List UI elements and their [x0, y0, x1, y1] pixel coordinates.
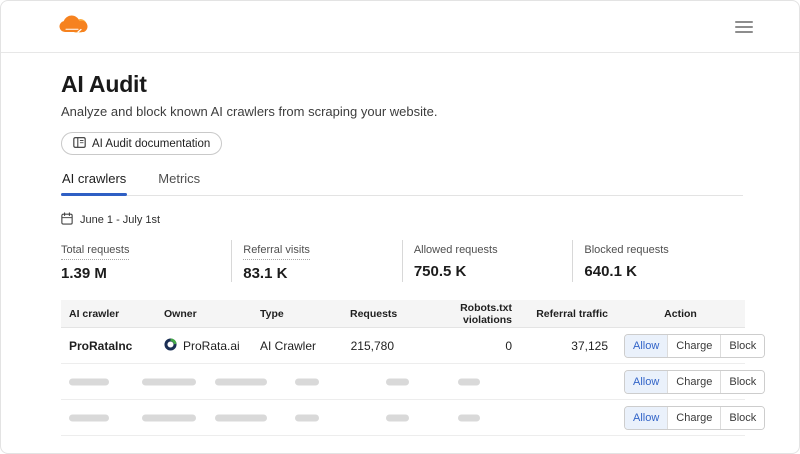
col-owner: Owner	[156, 300, 252, 328]
action-button-group: Allow Charge Block	[624, 370, 765, 394]
action-cell: Allow Charge Block	[616, 328, 745, 364]
skeleton-bar	[458, 378, 480, 385]
block-button[interactable]: Block	[720, 407, 764, 429]
col-ai-crawler: AI crawler	[61, 300, 156, 328]
owner-cell: ProRata.ai	[156, 328, 252, 364]
skeleton-bar	[215, 378, 267, 385]
requests-value: 215,780	[342, 328, 402, 364]
doc-button-label: AI Audit documentation	[92, 138, 210, 150]
col-requests: Requests	[342, 300, 402, 328]
stat-total-requests: Total requests 1.39 M	[61, 240, 231, 282]
stat-label: Blocked requests	[584, 244, 668, 258]
action-cell: Allow Charge Block	[616, 400, 745, 436]
crawler-name: ProRataInc	[61, 328, 156, 364]
table-header: AI crawler Owner Type Requests Robots.tx…	[61, 300, 745, 328]
skeleton-bar	[142, 378, 196, 385]
charge-button[interactable]: Charge	[667, 335, 720, 357]
stat-value: 83.1 K	[243, 265, 402, 282]
stat-label[interactable]: Total requests	[61, 244, 129, 260]
skeleton-bar	[69, 378, 109, 385]
action-cell: Allow Charge Block	[616, 364, 745, 400]
stat-allowed-requests: Allowed requests 750.5 K	[402, 240, 573, 282]
col-type: Type	[252, 300, 342, 328]
stat-label[interactable]: Referral visits	[243, 244, 310, 260]
tab-ai-crawlers[interactable]: AI crawlers	[61, 165, 127, 195]
cloudflare-cloud-icon	[59, 13, 91, 40]
prorata-logo-icon	[164, 338, 177, 354]
page-subtitle: Analyze and block known AI crawlers from…	[61, 104, 743, 120]
page-title: AI Audit	[61, 71, 743, 97]
table-row-skeleton: Allow Charge Block	[61, 364, 745, 400]
charge-button[interactable]: Charge	[667, 371, 720, 393]
block-button[interactable]: Block	[720, 371, 764, 393]
ai-audit-documentation-button[interactable]: AI Audit documentation	[61, 132, 222, 155]
charge-button[interactable]: Charge	[667, 407, 720, 429]
tab-metrics[interactable]: Metrics	[157, 165, 201, 195]
stat-value: 750.5 K	[414, 263, 573, 280]
skeleton-bar	[142, 414, 196, 421]
menu-icon[interactable]	[733, 17, 755, 37]
action-button-group: Allow Charge Block	[624, 406, 765, 430]
skeleton-bar	[386, 414, 409, 421]
stat-referral-visits: Referral visits 83.1 K	[231, 240, 402, 282]
table-row-skeleton: Allow Charge Block	[61, 400, 745, 436]
block-button[interactable]: Block	[720, 335, 764, 357]
date-range-control[interactable]: June 1 - July 1st	[61, 212, 160, 228]
stat-blocked-requests: Blocked requests 640.1 K	[572, 240, 743, 282]
skeleton-bar	[386, 378, 409, 385]
allow-button[interactable]: Allow	[625, 371, 667, 393]
crawler-type: AI Crawler	[252, 328, 342, 364]
skeleton-cells	[61, 400, 616, 436]
book-icon	[73, 137, 86, 151]
tab-bar: AI crawlers Metrics	[61, 165, 743, 196]
col-action: Action	[616, 300, 745, 328]
stat-value: 640.1 K	[584, 263, 743, 280]
crawler-table: AI crawler Owner Type Requests Robots.tx…	[61, 300, 745, 437]
date-range-label: June 1 - July 1st	[80, 214, 160, 226]
owner-name: ProRata.ai	[183, 339, 240, 353]
skeleton-bar	[295, 414, 319, 421]
calendar-icon	[61, 212, 73, 228]
skeleton-cells	[61, 364, 616, 400]
referral-value: 37,125	[520, 328, 616, 364]
allow-button[interactable]: Allow	[625, 407, 667, 429]
action-button-group: Allow Charge Block	[624, 334, 765, 358]
violations-value: 0	[402, 328, 520, 364]
allow-button[interactable]: Allow	[625, 335, 667, 357]
cloudflare-logo[interactable]	[59, 13, 91, 40]
stats-row: Total requests 1.39 M Referral visits 83…	[61, 240, 743, 282]
skeleton-bar	[69, 414, 109, 421]
top-bar	[1, 1, 799, 53]
app-window: AI Audit Analyze and block known AI craw…	[0, 0, 800, 454]
content: AI Audit Analyze and block known AI craw…	[1, 71, 799, 436]
skeleton-bar	[458, 414, 480, 421]
stat-value: 1.39 M	[61, 265, 231, 282]
col-robots-violations: Robots.txt violations	[402, 300, 520, 328]
stat-label: Allowed requests	[414, 244, 498, 258]
col-referral-traffic: Referral traffic	[520, 300, 616, 328]
skeleton-bar	[295, 378, 319, 385]
skeleton-bar	[215, 414, 267, 421]
table-row-prorata: ProRataInc ProRata.ai AI C	[61, 328, 745, 364]
